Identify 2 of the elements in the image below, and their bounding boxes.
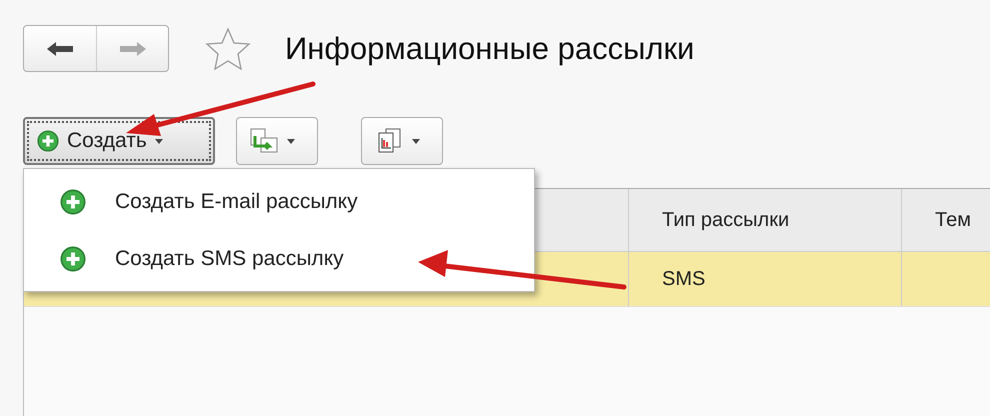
page-title: Информационные рассылки bbox=[285, 30, 694, 66]
table-cell: SMS bbox=[629, 252, 902, 306]
